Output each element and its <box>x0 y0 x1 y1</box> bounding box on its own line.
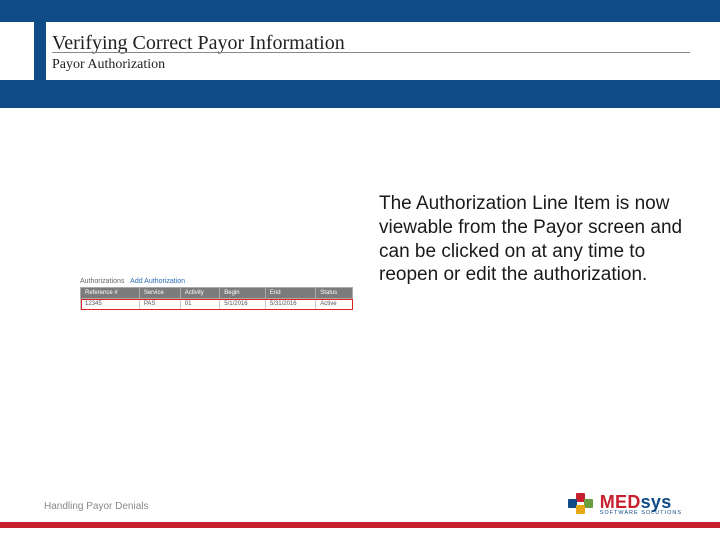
footer-text: Handling Payor Denials <box>44 501 149 512</box>
body-paragraph: The Authorization Line Item is now viewa… <box>379 192 695 287</box>
cell-status: Active <box>316 299 353 310</box>
title-divider <box>52 52 690 53</box>
col-begin: Begin <box>220 288 266 299</box>
cell-end: 5/31/2016 <box>265 299 315 310</box>
authorizations-label: Authorizations <box>80 278 124 285</box>
footer-red-bar <box>0 522 720 528</box>
col-service: Service <box>139 288 180 299</box>
logo-brand-left: MED <box>600 492 641 512</box>
cell-begin: 5/1/2016 <box>220 299 266 310</box>
col-activity: Activity <box>180 288 220 299</box>
header-band <box>0 80 720 108</box>
col-end: End <box>265 288 315 299</box>
cell-service: PAS <box>139 299 180 310</box>
cell-reference: 12345 <box>81 299 140 310</box>
col-status: Status <box>316 288 353 299</box>
logo-brand-right: sys <box>641 492 672 512</box>
col-reference: Reference # <box>81 288 140 299</box>
medsys-logo: MEDsys SOFTWARE SOLUTIONS <box>568 492 682 516</box>
authorizations-table: Reference # Service Activity Begin End S… <box>80 287 353 310</box>
add-authorization-link[interactable]: Add Authorization <box>130 278 185 285</box>
cell-activity: 01 <box>180 299 220 310</box>
top-header-bar <box>0 0 720 22</box>
logo-tagline: SOFTWARE SOLUTIONS <box>600 510 682 516</box>
logo-squares-icon <box>568 493 594 515</box>
table-row[interactable]: 12345 PAS 01 5/1/2016 5/31/2016 Active <box>81 299 353 310</box>
page-subtitle: Payor Authorization <box>52 57 165 73</box>
authorizations-panel: Authorizations Add Authorization Referen… <box>80 278 353 310</box>
